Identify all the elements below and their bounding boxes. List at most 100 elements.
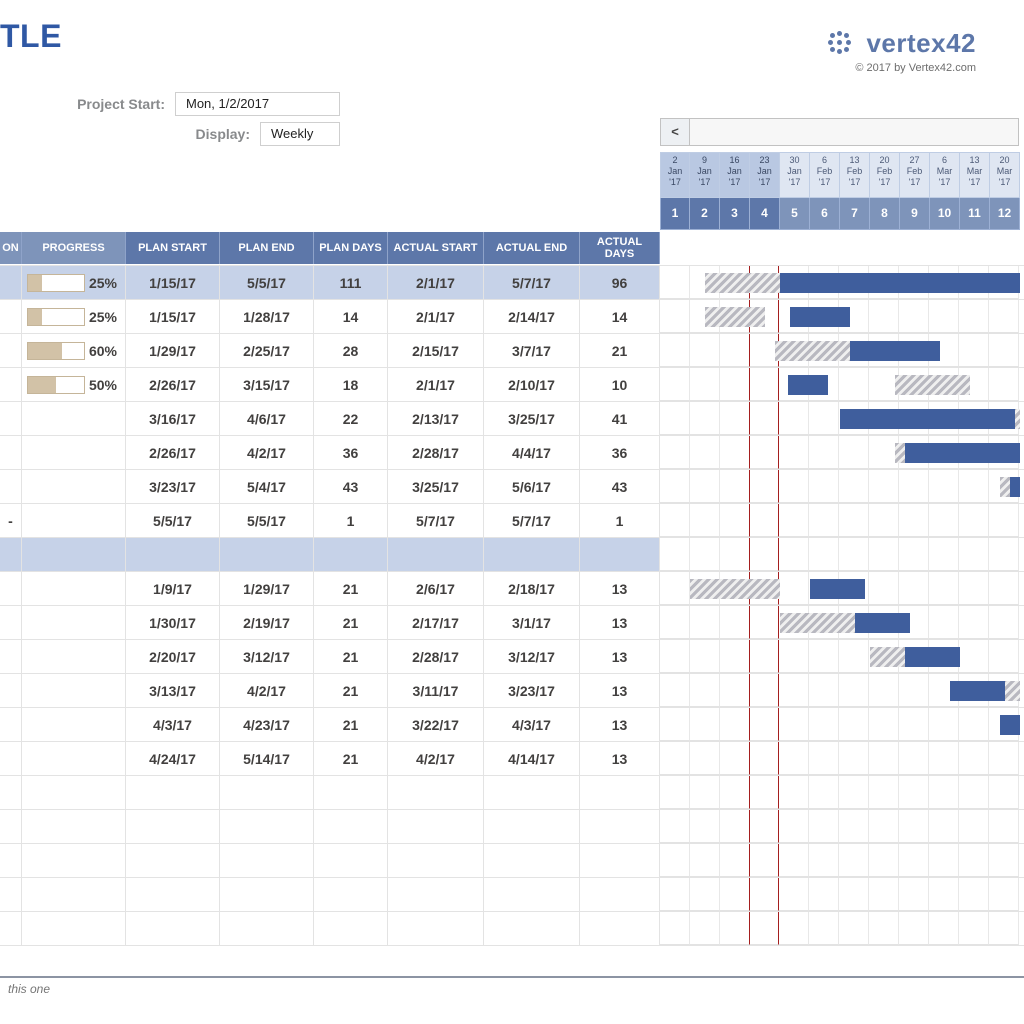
- actual-start-cell[interactable]: [388, 810, 484, 843]
- task-row[interactable]: [0, 776, 1024, 810]
- actual-end-cell[interactable]: [484, 844, 580, 877]
- progress-cell[interactable]: 60%: [22, 334, 126, 367]
- plan-start-cell[interactable]: 3/16/17: [126, 402, 220, 435]
- actual-end-cell[interactable]: 3/7/17: [484, 334, 580, 367]
- progress-cell[interactable]: 25%: [22, 300, 126, 333]
- actual-end-cell[interactable]: [484, 776, 580, 809]
- progress-cell[interactable]: [22, 504, 126, 537]
- plan-end-cell[interactable]: 4/23/17: [220, 708, 314, 741]
- plan-start-cell[interactable]: 1/30/17: [126, 606, 220, 639]
- plan-end-cell[interactable]: 5/5/17: [220, 266, 314, 299]
- task-group-row[interactable]: 25%1/15/175/5/171112/1/175/7/1796: [0, 266, 1024, 300]
- actual-days-cell[interactable]: 14: [580, 300, 660, 333]
- scroll-left-button[interactable]: <: [660, 118, 690, 146]
- actual-days-cell[interactable]: 96: [580, 266, 660, 299]
- progress-cell[interactable]: [22, 742, 126, 775]
- actual-end-cell[interactable]: 3/1/17: [484, 606, 580, 639]
- actual-start-cell[interactable]: 2/1/17: [388, 300, 484, 333]
- plan-end-cell[interactable]: [220, 538, 314, 571]
- col-on[interactable]: ON: [0, 232, 22, 264]
- col-progress[interactable]: PROGRESS: [22, 232, 126, 264]
- actual-days-cell[interactable]: 13: [580, 708, 660, 741]
- progress-cell[interactable]: [22, 844, 126, 877]
- plan-days-cell[interactable]: 36: [314, 436, 388, 469]
- actual-start-cell[interactable]: 2/28/17: [388, 640, 484, 673]
- plan-start-cell[interactable]: [126, 810, 220, 843]
- plan-start-cell[interactable]: 1/15/17: [126, 300, 220, 333]
- display-dropdown[interactable]: Weekly: [260, 122, 340, 146]
- progress-cell[interactable]: [22, 810, 126, 843]
- task-row[interactable]: 60%1/29/172/25/17282/15/173/7/1721: [0, 334, 1024, 368]
- actual-days-cell[interactable]: 13: [580, 640, 660, 673]
- plan-days-cell[interactable]: 14: [314, 300, 388, 333]
- plan-start-cell[interactable]: 4/3/17: [126, 708, 220, 741]
- plan-start-cell[interactable]: 3/13/17: [126, 674, 220, 707]
- task-row[interactable]: 2/26/174/2/17362/28/174/4/1736: [0, 436, 1024, 470]
- task-row[interactable]: -5/5/175/5/1715/7/175/7/171: [0, 504, 1024, 538]
- progress-cell[interactable]: [22, 674, 126, 707]
- plan-end-cell[interactable]: 1/28/17: [220, 300, 314, 333]
- task-row[interactable]: 50%2/26/173/15/17182/1/172/10/1710: [0, 368, 1024, 402]
- actual-end-cell[interactable]: 3/12/17: [484, 640, 580, 673]
- actual-days-cell[interactable]: 13: [580, 606, 660, 639]
- plan-days-cell[interactable]: [314, 810, 388, 843]
- actual-end-cell[interactable]: 3/25/17: [484, 402, 580, 435]
- task-row[interactable]: [0, 912, 1024, 946]
- task-row[interactable]: 2/20/173/12/17212/28/173/12/1713: [0, 640, 1024, 674]
- sheet-tab-hint[interactable]: this one: [0, 976, 1024, 1002]
- plan-start-cell[interactable]: 3/23/17: [126, 470, 220, 503]
- plan-start-cell[interactable]: 5/5/17: [126, 504, 220, 537]
- actual-days-cell[interactable]: [580, 776, 660, 809]
- plan-days-cell[interactable]: [314, 844, 388, 877]
- task-row[interactable]: [0, 810, 1024, 844]
- task-row[interactable]: 3/13/174/2/17213/11/173/23/1713: [0, 674, 1024, 708]
- actual-end-cell[interactable]: 4/4/17: [484, 436, 580, 469]
- plan-days-cell[interactable]: 22: [314, 402, 388, 435]
- progress-cell[interactable]: 25%: [22, 266, 126, 299]
- actual-end-cell[interactable]: 2/10/17: [484, 368, 580, 401]
- plan-days-cell[interactable]: 21: [314, 708, 388, 741]
- task-row[interactable]: 25%1/15/171/28/17142/1/172/14/1714: [0, 300, 1024, 334]
- plan-end-cell[interactable]: 4/6/17: [220, 402, 314, 435]
- actual-days-cell[interactable]: 10: [580, 368, 660, 401]
- actual-start-cell[interactable]: 3/25/17: [388, 470, 484, 503]
- actual-end-cell[interactable]: 5/7/17: [484, 504, 580, 537]
- plan-end-cell[interactable]: [220, 878, 314, 911]
- actual-end-cell[interactable]: 3/23/17: [484, 674, 580, 707]
- task-row[interactable]: 4/3/174/23/17213/22/174/3/1713: [0, 708, 1024, 742]
- plan-end-cell[interactable]: 2/19/17: [220, 606, 314, 639]
- task-row[interactable]: 1/9/171/29/17212/6/172/18/1713: [0, 572, 1024, 606]
- col-actual-days[interactable]: ACTUAL DAYS: [580, 232, 660, 264]
- actual-days-cell[interactable]: 13: [580, 674, 660, 707]
- plan-end-cell[interactable]: 1/29/17: [220, 572, 314, 605]
- actual-start-cell[interactable]: 2/15/17: [388, 334, 484, 367]
- actual-days-cell[interactable]: 1: [580, 504, 660, 537]
- plan-days-cell[interactable]: 21: [314, 640, 388, 673]
- plan-days-cell[interactable]: [314, 912, 388, 945]
- plan-end-cell[interactable]: 5/4/17: [220, 470, 314, 503]
- actual-days-cell[interactable]: [580, 878, 660, 911]
- col-plan-end[interactable]: PLAN END: [220, 232, 314, 264]
- progress-cell[interactable]: [22, 606, 126, 639]
- actual-days-cell[interactable]: 21: [580, 334, 660, 367]
- actual-days-cell[interactable]: [580, 912, 660, 945]
- progress-cell[interactable]: [22, 878, 126, 911]
- actual-start-cell[interactable]: 2/1/17: [388, 368, 484, 401]
- progress-cell[interactable]: [22, 912, 126, 945]
- task-row[interactable]: [0, 844, 1024, 878]
- actual-end-cell[interactable]: 4/3/17: [484, 708, 580, 741]
- plan-end-cell[interactable]: [220, 810, 314, 843]
- plan-end-cell[interactable]: 3/15/17: [220, 368, 314, 401]
- plan-start-cell[interactable]: 2/26/17: [126, 436, 220, 469]
- progress-cell[interactable]: [22, 708, 126, 741]
- plan-days-cell[interactable]: 43: [314, 470, 388, 503]
- actual-start-cell[interactable]: 2/17/17: [388, 606, 484, 639]
- plan-start-cell[interactable]: [126, 912, 220, 945]
- project-start-field[interactable]: Mon, 1/2/2017: [175, 92, 340, 116]
- actual-end-cell[interactable]: 5/7/17: [484, 266, 580, 299]
- task-row[interactable]: 3/16/174/6/17222/13/173/25/1741: [0, 402, 1024, 436]
- progress-cell[interactable]: [22, 572, 126, 605]
- plan-days-cell[interactable]: 21: [314, 572, 388, 605]
- plan-start-cell[interactable]: 1/29/17: [126, 334, 220, 367]
- plan-start-cell[interactable]: [126, 538, 220, 571]
